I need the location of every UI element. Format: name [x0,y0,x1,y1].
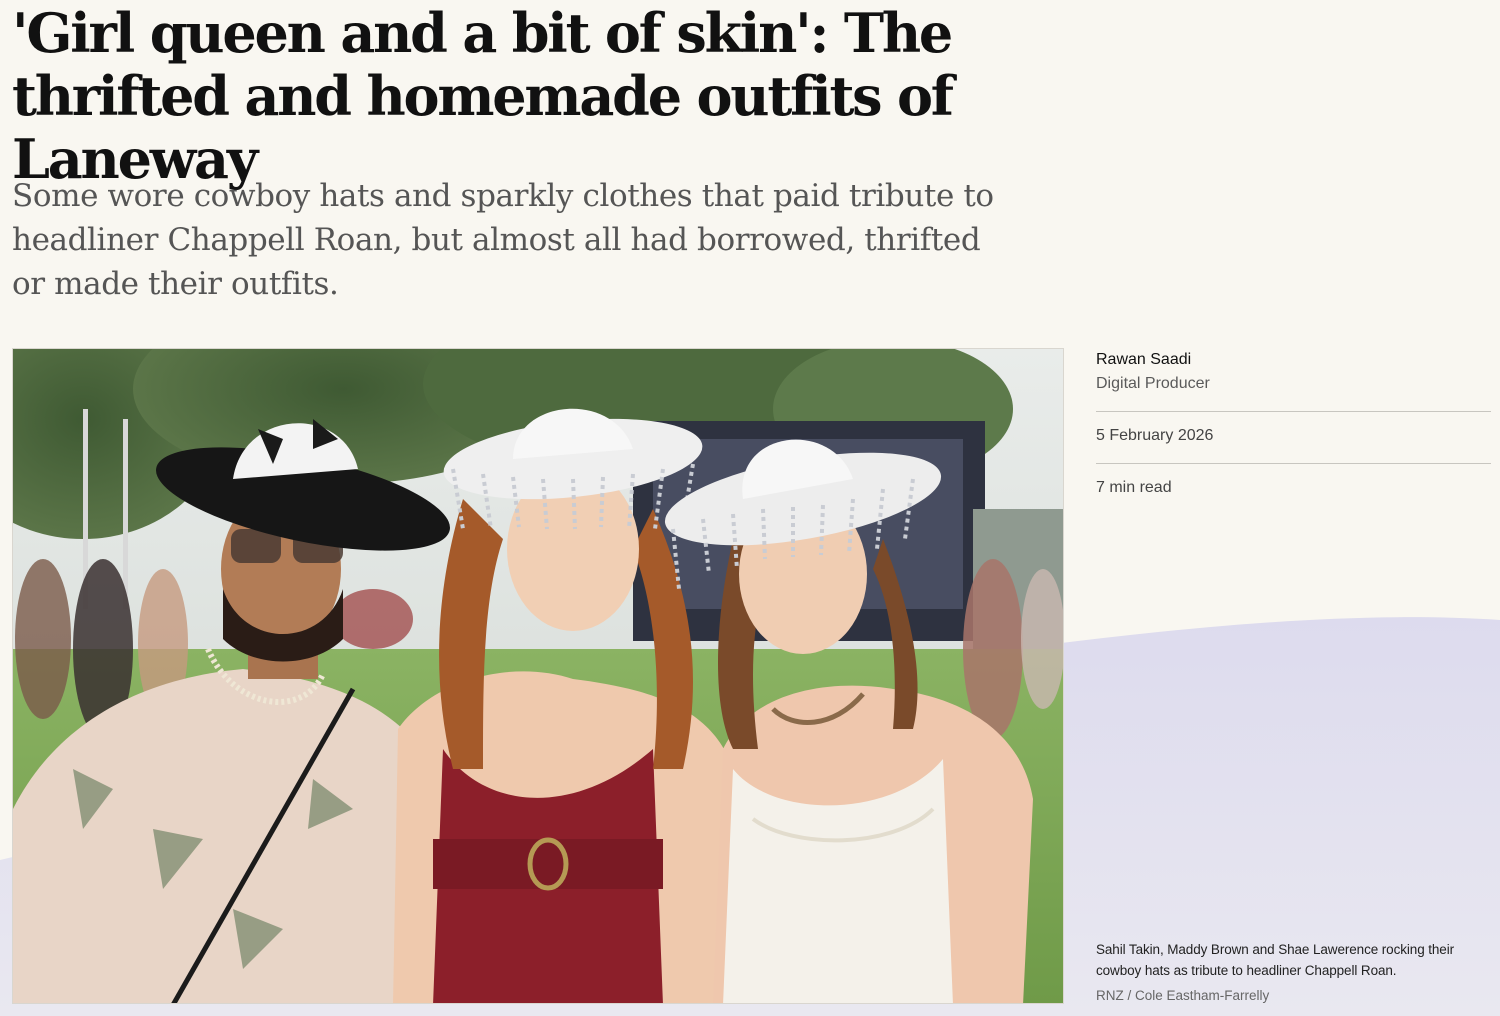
author-name[interactable]: Rawan Saadi [1096,348,1491,372]
read-time: 7 min read [1096,479,1172,496]
festival-photo [13,349,1063,1003]
meta-divider [1096,463,1491,464]
article-standfirst: Some wore cowboy hats and sparkly clothe… [12,178,994,302]
hero-image [12,348,1064,1004]
article-meta: Rawan Saadi Digital Producer 5 February … [1096,348,1491,500]
publish-date: 5 February 2026 [1096,427,1214,444]
author-role: Digital Producer [1096,375,1210,392]
caption-text: Sahil Takin, Maddy Brown and Shae Lawere… [1096,942,1455,978]
meta-divider [1096,411,1491,412]
photo-credit: RNZ / Cole Eastham-Farrelly [1096,988,1270,1003]
image-caption: Sahil Takin, Maddy Brown and Shae Lawere… [1096,939,1491,1006]
article-headline: 'Girl queen and a bit of skin': The thri… [12,1,954,191]
